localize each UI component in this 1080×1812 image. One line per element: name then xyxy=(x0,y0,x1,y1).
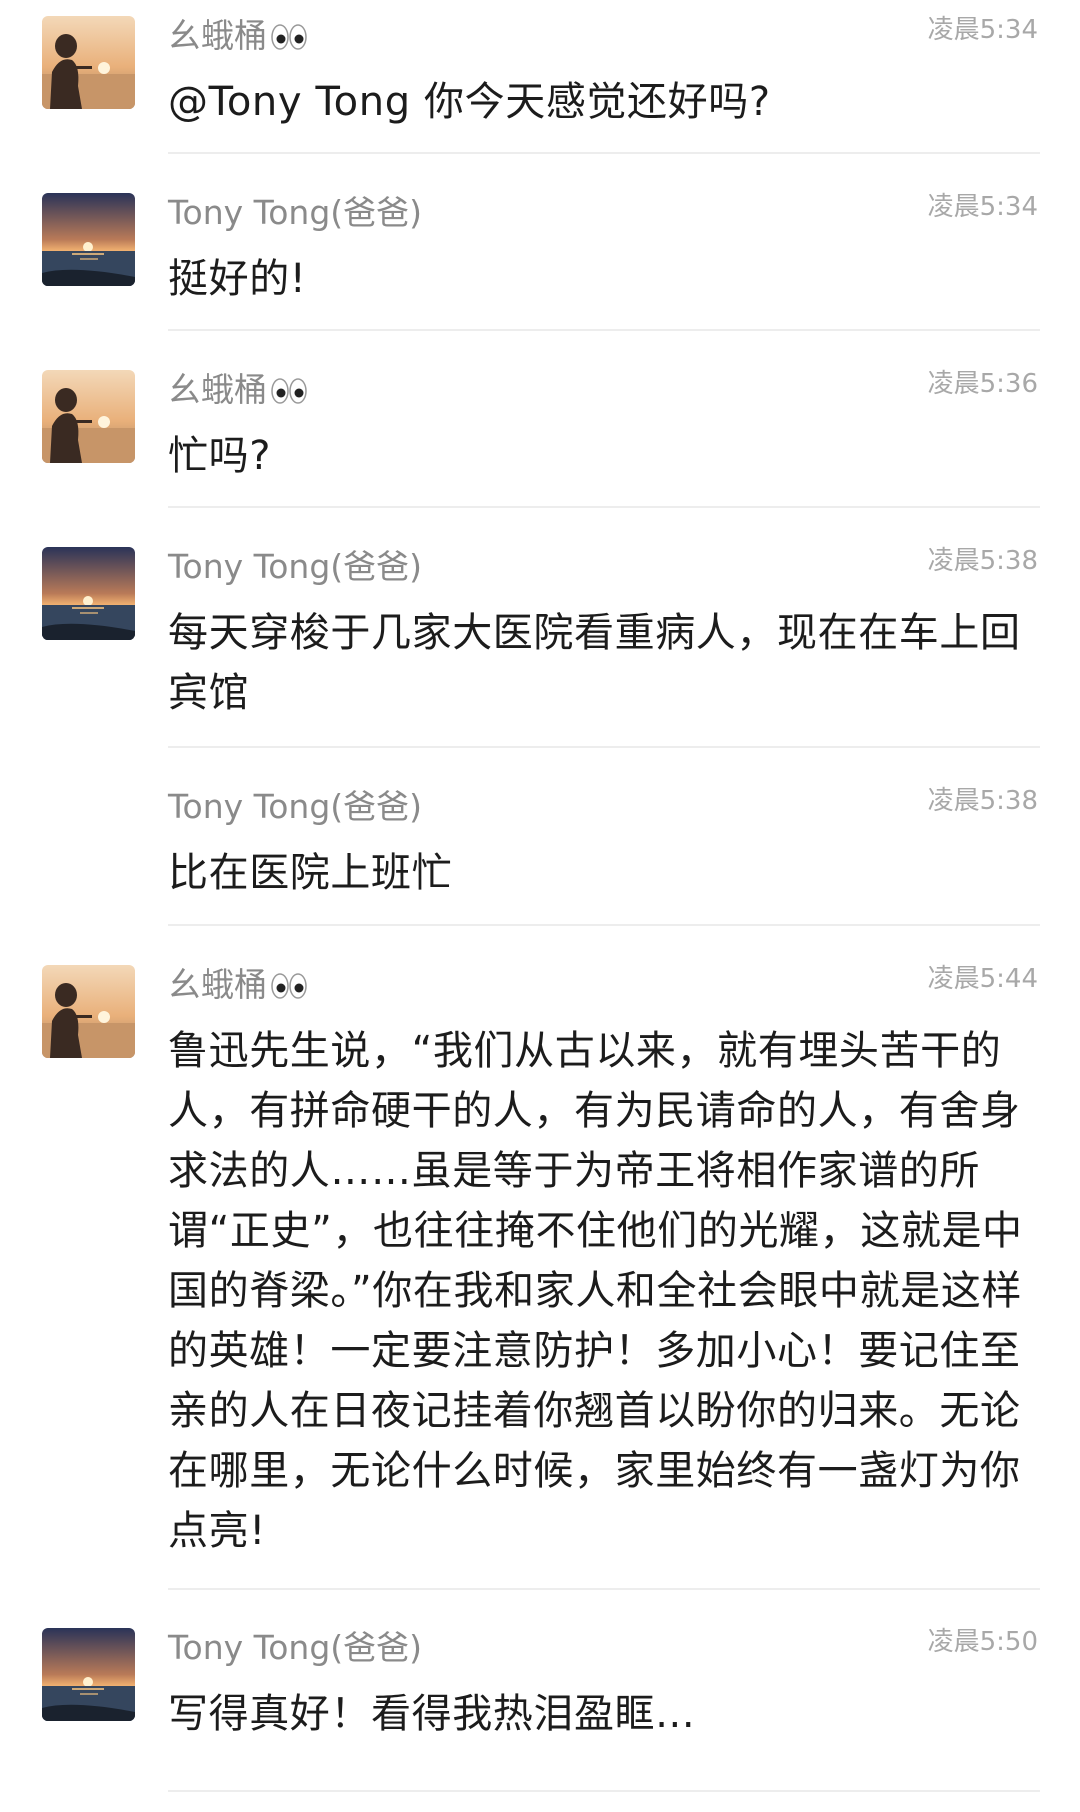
sea-sunset-avatar-icon xyxy=(42,193,135,286)
message-divider xyxy=(168,152,1040,154)
message-text: 写得真好！看得我热泪盈眶... xyxy=(168,1691,696,1737)
message-text: 鲁迅先生说，“我们从古以来，就有埋头苦干的人，有拼命硬干的人，有为民请命的人，有… xyxy=(168,1028,1023,1554)
silhouette-sunset-avatar-icon xyxy=(42,370,135,463)
sea-sunset-avatar-icon xyxy=(42,547,135,640)
message-divider xyxy=(168,506,1040,508)
message-divider xyxy=(168,1588,1040,1590)
silhouette-sunset-avatar-icon xyxy=(42,965,135,1058)
message-time: 凌晨5:38 xyxy=(927,546,1038,576)
message-text: 每天穿梭于几家大医院看重病人，现在在车上回宾馆 xyxy=(168,610,1021,716)
sender-name: Tony Tong(爸爸) xyxy=(168,787,423,826)
message-time: 凌晨5:44 xyxy=(927,964,1038,994)
eyes-emoji-icon xyxy=(271,967,307,1011)
message-text: 挺好的! xyxy=(168,256,307,302)
message-time: 凌晨5:38 xyxy=(927,786,1038,816)
message-text: 忙吗? xyxy=(168,433,272,479)
message-divider xyxy=(168,329,1040,331)
sender-label: 幺蛾桶 xyxy=(168,965,267,1004)
sender-name: 幺蛾桶 xyxy=(168,368,307,416)
sender-label: 幺蛾桶 xyxy=(168,370,267,409)
message-time: 凌晨5:34 xyxy=(927,192,1038,222)
sender-name: 幺蛾桶 xyxy=(168,14,307,62)
sender-name: Tony Tong(爸爸) xyxy=(168,547,423,586)
eyes-emoji-icon xyxy=(271,372,307,416)
avatar[interactable] xyxy=(42,1628,135,1721)
message-time: 凌晨5:36 xyxy=(927,369,1038,399)
message-time: 凌晨5:34 xyxy=(927,15,1038,45)
message-divider xyxy=(168,1790,1040,1792)
sea-sunset-avatar-icon xyxy=(42,1628,135,1721)
avatar[interactable] xyxy=(42,370,135,463)
message-divider xyxy=(168,924,1040,926)
sender-name: Tony Tong(爸爸) xyxy=(168,193,423,232)
avatar[interactable] xyxy=(42,16,135,109)
message-time: 凌晨5:50 xyxy=(927,1627,1038,1657)
avatar[interactable] xyxy=(42,547,135,640)
sender-name: Tony Tong(爸爸) xyxy=(168,1628,423,1667)
message-text: 比在医院上班忙 xyxy=(168,850,453,896)
avatar[interactable] xyxy=(42,965,135,1058)
message-divider xyxy=(168,746,1040,748)
sender-name: 幺蛾桶 xyxy=(168,963,307,1011)
avatar[interactable] xyxy=(42,193,135,286)
eyes-emoji-icon xyxy=(271,18,307,62)
silhouette-sunset-avatar-icon xyxy=(42,16,135,109)
message-feed: 幺蛾桶 凌晨5:34 @Tony Tong 你今天感觉还好吗? Tony Ton… xyxy=(0,0,1080,1812)
sender-label: 幺蛾桶 xyxy=(168,16,267,55)
message-text: @Tony Tong 你今天感觉还好吗? xyxy=(168,79,771,125)
